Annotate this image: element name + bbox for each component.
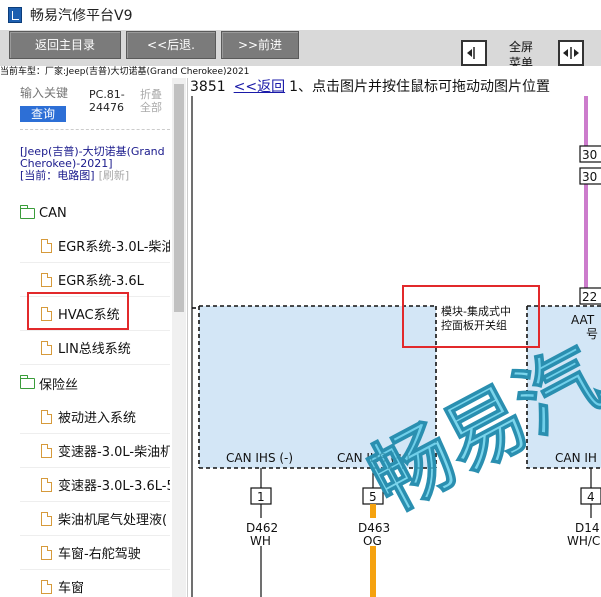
return-link[interactable]: <<返回 [234,79,285,95]
tree-item-label: 车窗-右舵驾驶 [58,547,141,562]
file-icon [41,545,52,560]
file-icon [41,340,52,355]
tree-item-transmission-gas[interactable]: 变速器-3.0L-3.6L-5 [20,468,170,502]
file-icon [41,272,52,287]
expand-both-icon[interactable] [558,40,584,66]
tree-item-label: 变速器-3.0L-3.6L-5 [58,479,170,494]
file-icon [41,409,52,424]
diagram-panel: 3851 <<返回 1、点击图片并按住鼠标可拖动动图片位置 30 30 22 AAT… [189,78,601,597]
tree-item-label: 柴油机尾气处理液( [58,513,168,528]
tree-item-window-rhd[interactable]: 车窗-右舵驾驶 [20,536,170,570]
app-logo-icon [8,7,22,23]
file-icon [41,477,52,492]
tree-item-label: 变速器-3.0L-柴油机 [58,445,170,460]
tree-item-label: EGR系统-3.0L-柴油 [58,240,170,255]
back-button[interactable]: <<后退. [126,31,216,59]
module-label-line1: 模块-集成式中 [441,304,511,318]
instruction-text: 1、点击图片并按住鼠标可拖动动图片位置 [289,79,551,95]
tree-item-label: EGR系统-3.6L [58,274,144,289]
file-icon [41,306,52,321]
wire-d463-code: D463 [358,521,390,535]
forward-button[interactable]: >>前进 [221,31,299,59]
tree-item-window[interactable]: 车窗 [20,570,170,597]
wire-d14-color: WH/C [567,534,600,548]
collapse-left-icon[interactable] [461,40,487,66]
pin-number-1: 1 [257,490,265,504]
left-scrollbar-thumb[interactable] [174,84,184,312]
diagram-header: 3851 <<返回 1、点击图片并按住鼠标可拖动动图片位置 [189,78,601,96]
tree-category-can[interactable]: CAN [20,204,67,222]
category-label: CAN [39,205,67,221]
pin-label-can-right: CAN IH [555,451,597,465]
file-icon [41,511,52,526]
tree-item-egr-diesel[interactable]: EGR系统-3.0L-柴油 [20,229,170,263]
current-section-line: [当前：电路图] [刷新] [20,170,170,182]
tree-item-label: LIN总线系统 [58,342,131,357]
top-box-1-label: 30 [582,148,597,162]
hao-label: 号 [586,327,598,341]
wire-d463-color: OG [363,534,382,548]
tree-item-transmission-diesel[interactable]: 变速器-3.0L-柴油机 [20,434,170,468]
left-scrollbar[interactable] [172,78,186,597]
file-icon [41,443,52,458]
left-panel: 查询 PC.81-24476 折叠全部 [Jeep(吉普)-大切诺基(Grand… [0,78,188,597]
app-title: 畅易汽修平台V9 [30,8,133,24]
tree-item-label: HVAC系统 [58,308,120,323]
tree-item-passive-entry[interactable]: 被动进入系统 [20,400,170,434]
tree-item-egr-3-6l[interactable]: EGR系统-3.6L [20,263,170,297]
vehicle-name: [Jeep(吉普)-大切诺基(Grand Cherokee)-2021] [20,145,165,170]
folder-icon [20,374,35,389]
file-icon [41,238,52,253]
pin-number-4: 4 [587,490,595,504]
module-label-line2: 控面板开关组 [441,318,507,332]
current-section: [当前：电路图] [20,169,95,182]
refresh-link[interactable]: [刷新] [99,169,130,182]
tree-item-def[interactable]: 柴油机尾气处理液( [20,502,170,536]
collapse-all-link[interactable]: 折叠全部 [140,88,168,114]
wire-d462-code: D462 [246,521,278,535]
toolbar: 返回主目录 <<后退. >>前进 全屏菜单 [0,30,601,70]
tree-item-lin-bus[interactable]: LIN总线系统 [20,331,170,365]
home-button[interactable]: 返回主目录 [9,31,121,59]
current-vehicle-line: 当前车型：厂家:Jeep(吉普)大切诺基(Grand Cherokee)2021 [0,66,601,78]
top-box-3-label: 22 [582,290,597,304]
tree-item-label: 被动进入系统 [58,411,137,426]
doc-code: 3851 [190,79,226,95]
pin-number-5: 5 [369,490,377,504]
pc-code: PC.81-24476 [89,88,125,114]
wiring-diagram[interactable]: 30 30 22 AAT 号 模块-集成式中 控面板开关组 CAN IHS (-… [189,96,601,597]
folder-icon [20,204,35,219]
search-row: 查询 PC.81-24476 折叠全部 [0,82,170,122]
tree-item-label: 车窗 [58,581,85,596]
title-bar: 畅易汽修平台V9 [0,0,601,30]
tree-category-fuses[interactable]: 保险丝 [20,374,79,393]
wire-d14-code: D14 [575,521,600,535]
pin-label-can-minus: CAN IHS (-) [226,451,293,465]
category-label: 保险丝 [39,377,79,393]
wire-d462-color: WH [250,534,271,548]
divider [20,129,170,130]
top-box-2-label: 30 [582,170,597,184]
vehicle-info: [Jeep(吉普)-大切诺基(Grand Cherokee)-2021] [当前… [20,146,170,182]
search-button[interactable]: 查询 [20,106,66,122]
file-icon [41,579,52,594]
aat-label: AAT [571,313,595,327]
tree-item-hvac[interactable]: HVAC系统 [20,297,170,331]
search-input[interactable] [20,84,68,102]
